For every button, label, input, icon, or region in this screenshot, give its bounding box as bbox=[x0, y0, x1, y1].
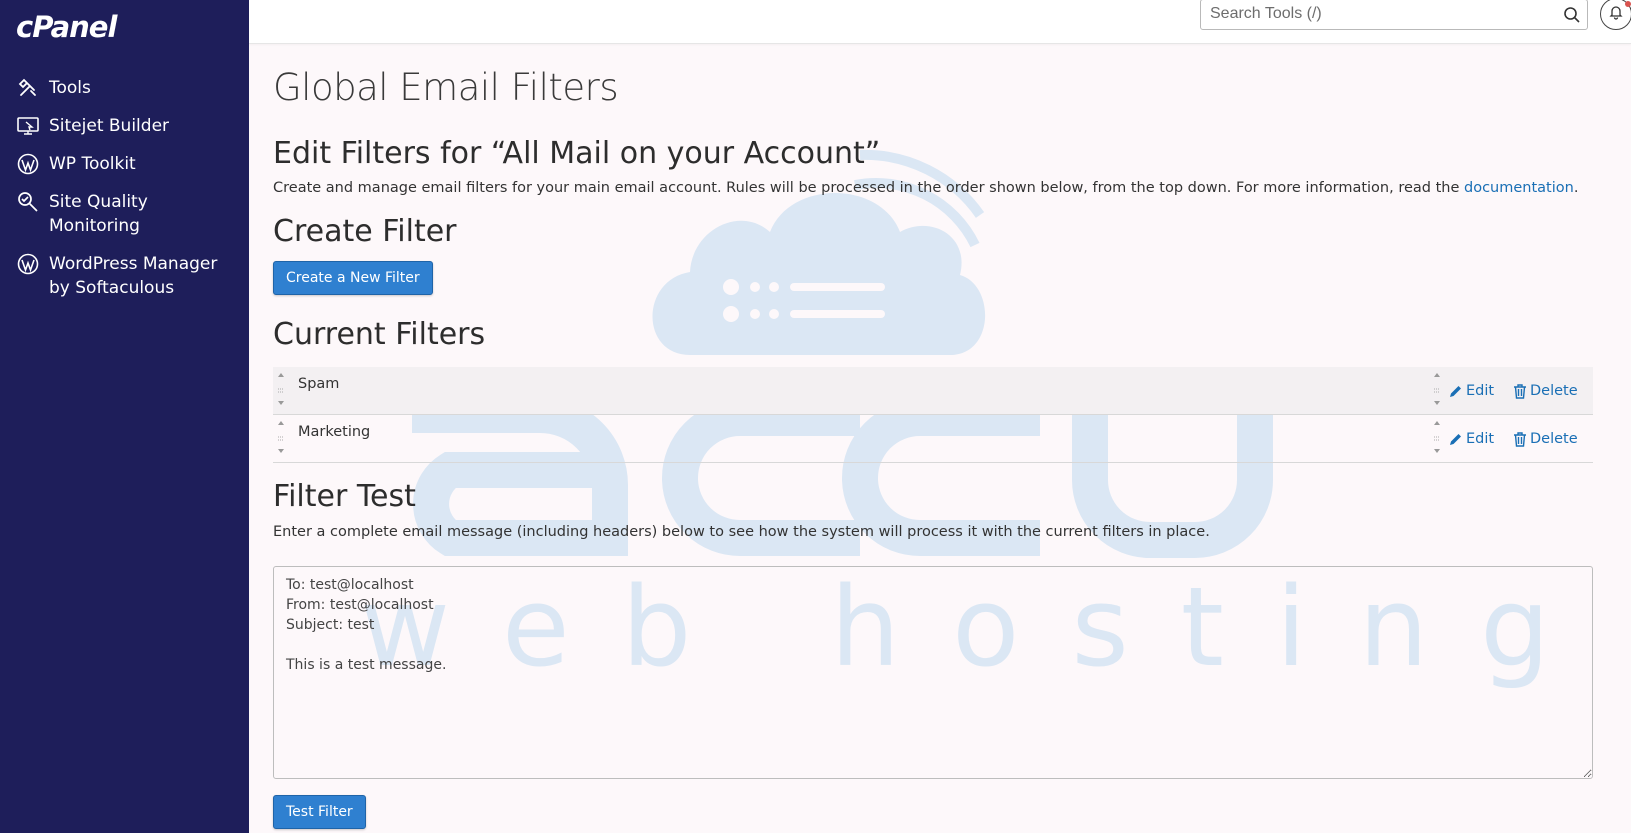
wordpress-icon bbox=[16, 152, 40, 176]
site-quality-icon bbox=[16, 190, 40, 214]
delete-filter-button[interactable]: Delete bbox=[1513, 383, 1578, 399]
filter-name: Spam bbox=[298, 376, 340, 392]
tools-icon bbox=[16, 76, 40, 100]
filter-row: Marketing Edit Delete bbox=[273, 415, 1593, 463]
sitejet-icon bbox=[16, 114, 40, 138]
pencil-icon bbox=[1450, 385, 1461, 397]
edit-filters-description: Create and manage email filters for your… bbox=[273, 180, 1578, 196]
edit-filter-button[interactable]: Edit bbox=[1448, 383, 1494, 399]
sidebar: cPanel Tools Sitejet Builder WP Toolkit … bbox=[0, 0, 249, 833]
delete-filter-button[interactable]: Delete bbox=[1513, 431, 1578, 447]
sidebar-item-label: Site Quality Monitoring bbox=[49, 192, 148, 236]
page-title: Global Email Filters bbox=[273, 66, 619, 109]
edit-filters-heading: Edit Filters for “All Mail on your Accou… bbox=[273, 136, 881, 171]
sidebar-item-label: Tools bbox=[49, 78, 91, 98]
bell-icon bbox=[1608, 4, 1624, 24]
create-filter-heading: Create Filter bbox=[273, 214, 457, 249]
edit-filter-button[interactable]: Edit bbox=[1448, 431, 1494, 447]
sidebar-item-wordpress-manager[interactable]: WordPress Manager by Softaculous bbox=[0, 252, 249, 300]
cpanel-logo[interactable]: cPanel bbox=[16, 10, 117, 44]
filter-name: Marketing bbox=[298, 424, 371, 440]
notification-dot bbox=[1625, 1, 1631, 7]
filters-list: Spam Edit Delete Marketing Edit Delete bbox=[273, 367, 1593, 463]
drag-handle-icon[interactable] bbox=[276, 419, 286, 455]
current-filters-heading: Current Filters bbox=[273, 317, 486, 352]
sidebar-item-tools[interactable]: Tools bbox=[0, 76, 249, 100]
pencil-icon bbox=[1450, 433, 1461, 445]
drag-handle-icon[interactable] bbox=[1432, 419, 1442, 455]
sidebar-item-label: WP Toolkit bbox=[49, 154, 136, 174]
sidebar-item-wp-toolkit[interactable]: WP Toolkit bbox=[0, 152, 249, 176]
sidebar-item-label: Sitejet Builder bbox=[49, 116, 170, 136]
description-end: . bbox=[1573, 180, 1579, 196]
filter-test-description: Enter a complete email message (includin… bbox=[273, 524, 1210, 540]
trash-icon bbox=[1514, 431, 1526, 447]
sidebar-item-sitejet-builder[interactable]: Sitejet Builder bbox=[0, 114, 249, 138]
test-filter-button[interactable]: Test Filter bbox=[273, 795, 366, 829]
search-box bbox=[1200, 0, 1588, 30]
drag-handle-icon[interactable] bbox=[276, 371, 286, 407]
delete-label: Delete bbox=[1530, 383, 1578, 399]
documentation-link[interactable]: documentation bbox=[1464, 180, 1574, 196]
delete-label: Delete bbox=[1530, 431, 1578, 447]
filter-test-heading: Filter Test bbox=[273, 479, 416, 514]
filter-row: Spam Edit Delete bbox=[273, 367, 1593, 415]
test-message-textarea[interactable]: To: test@localhost From: test@localhost … bbox=[273, 566, 1593, 779]
drag-handle-icon[interactable] bbox=[1432, 371, 1442, 407]
sidebar-item-label: WordPress Manager by Softaculous bbox=[49, 254, 218, 298]
search-input[interactable] bbox=[1210, 0, 1550, 28]
edit-label: Edit bbox=[1466, 431, 1495, 447]
sidebar-nav: Tools Sitejet Builder WP Toolkit Site Qu… bbox=[0, 76, 249, 314]
notifications-button[interactable] bbox=[1600, 0, 1631, 30]
sidebar-item-site-quality-monitoring[interactable]: Site Quality Monitoring bbox=[0, 190, 249, 238]
edit-label: Edit bbox=[1466, 383, 1495, 399]
description-text: Create and manage email filters for your… bbox=[273, 180, 1464, 196]
wordpress-icon bbox=[16, 252, 40, 276]
top-bar bbox=[249, 0, 1631, 44]
trash-icon bbox=[1514, 383, 1526, 399]
search-icon[interactable] bbox=[1563, 6, 1581, 24]
create-new-filter-button[interactable]: Create a New Filter bbox=[273, 261, 433, 295]
